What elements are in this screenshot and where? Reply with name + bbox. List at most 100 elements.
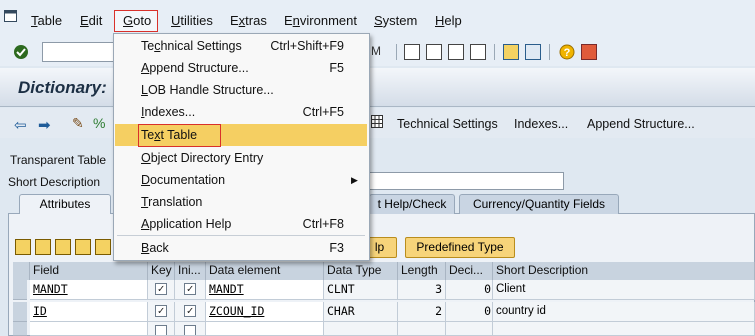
short-description-cell: [493, 322, 755, 336]
key-checkbox[interactable]: ✓: [155, 305, 167, 317]
next-page-icon[interactable]: [448, 44, 464, 60]
short-description-cell: Client: [493, 280, 755, 300]
display-change-icon[interactable]: ✎: [72, 115, 84, 132]
key-cell: [148, 322, 175, 336]
short-description-cell: country id: [493, 302, 755, 322]
submenu-arrow-icon: ▶: [351, 175, 358, 185]
menu-item-text-table[interactable]: Text Table: [141, 128, 197, 142]
short-description-label: Short Description: [8, 175, 101, 189]
column-header-field[interactable]: Field: [30, 262, 148, 280]
initial-cell: ✓: [175, 280, 206, 300]
first-page-icon[interactable]: [404, 44, 420, 60]
menu-item-translation[interactable]: Translation: [141, 195, 202, 209]
paste-icon[interactable]: [55, 239, 71, 255]
copy-icon[interactable]: [35, 239, 51, 255]
data-type-cell: [324, 322, 398, 336]
data-type-cell: CLNT: [324, 280, 398, 300]
data-element-cell[interactable]: MANDT: [206, 280, 324, 300]
column-header-data-type[interactable]: Data Type: [324, 262, 398, 280]
help-icon[interactable]: ?: [559, 44, 575, 60]
technical-settings-icon[interactable]: [371, 115, 383, 128]
transparent-table-label: Transparent Table: [10, 153, 107, 167]
menu-separator: [117, 235, 365, 236]
column-header-length[interactable]: Length: [398, 262, 446, 280]
data-element-cell[interactable]: ZCOUN_ID: [206, 302, 324, 322]
field-name-cell[interactable]: ID: [30, 302, 148, 322]
activate-icon[interactable]: %: [93, 115, 105, 131]
shortcut-back: F3: [329, 241, 344, 255]
cut-icon[interactable]: [15, 239, 31, 255]
toolbar-separator: [494, 44, 495, 60]
new-session-icon[interactable]: [503, 44, 519, 60]
shortcut-technical-settings: Ctrl+Shift+F9: [270, 39, 344, 53]
row-selector[interactable]: [13, 322, 27, 336]
tab-entry-help-check[interactable]: t Help/Check: [369, 194, 455, 214]
initial-cell: [175, 322, 206, 336]
column-header-initial[interactable]: Ini...: [175, 262, 206, 280]
shortcut-indexes: Ctrl+F5: [302, 105, 344, 119]
enter-check-icon[interactable]: [13, 44, 29, 60]
tab-currency-quantity-fields[interactable]: Currency/Quantity Fields: [459, 194, 619, 214]
key-cell: ✓: [148, 302, 175, 322]
field-name-cell[interactable]: MANDT: [30, 280, 148, 300]
data-type-cell: CHAR: [324, 302, 398, 322]
key-checkbox[interactable]: [155, 325, 167, 335]
shortcut-icon[interactable]: [525, 44, 541, 60]
initial-cell: ✓: [175, 302, 206, 322]
find-icon[interactable]: M: [371, 44, 381, 58]
last-page-icon[interactable]: [470, 44, 486, 60]
menu-goto[interactable]: Goto: [123, 13, 151, 28]
menu-item-documentation[interactable]: Documentation: [141, 173, 225, 187]
menu-extras[interactable]: Extras: [230, 13, 267, 28]
table-corner: [13, 262, 30, 280]
window-menu-icon[interactable]: [4, 10, 17, 22]
length-cell: 2: [398, 302, 446, 322]
menu-edit[interactable]: Edit: [80, 13, 102, 28]
decimals-cell: 0: [446, 302, 493, 322]
menu-item-append-structure[interactable]: Append Structure...: [141, 61, 249, 75]
back-arrow-icon[interactable]: ⇦: [14, 116, 27, 134]
column-header-short-description[interactable]: Short Description: [493, 262, 755, 280]
decimals-cell: 0: [446, 280, 493, 300]
short-description-field[interactable]: [368, 172, 564, 190]
insert-row-icon[interactable]: [75, 239, 91, 255]
menu-help[interactable]: Help: [435, 13, 462, 28]
customize-layout-icon[interactable]: [581, 44, 597, 60]
forward-arrow-icon[interactable]: ➡: [38, 116, 51, 134]
menu-item-lob-handle-structure[interactable]: LOB Handle Structure...: [141, 83, 274, 97]
toolbar-separator: [396, 44, 397, 60]
field-name-cell[interactable]: [30, 322, 148, 336]
menu-item-object-directory-entry[interactable]: Object Directory Entry: [141, 151, 263, 165]
shortcut-append-structure: F5: [329, 61, 344, 75]
menu-system[interactable]: System: [374, 13, 417, 28]
menu-environment[interactable]: Environment: [284, 13, 357, 28]
row-selector[interactable]: [13, 280, 27, 300]
append-structure-button[interactable]: Append Structure...: [587, 117, 695, 131]
command-field[interactable]: [42, 42, 118, 62]
column-header-data-element[interactable]: Data element: [206, 262, 324, 280]
column-header-key[interactable]: Key: [148, 262, 175, 280]
delete-row-icon[interactable]: [95, 239, 111, 255]
initial-checkbox[interactable]: ✓: [184, 283, 196, 295]
column-header-decimals[interactable]: Deci...: [446, 262, 493, 280]
tab-attributes[interactable]: Attributes: [19, 194, 111, 214]
initial-checkbox[interactable]: [184, 325, 196, 335]
data-element-cell[interactable]: [206, 322, 324, 336]
technical-settings-button[interactable]: Technical Settings: [397, 117, 498, 131]
menu-item-back[interactable]: Back: [141, 241, 169, 255]
menu-item-technical-settings[interactable]: Technical Settings: [141, 39, 242, 53]
menu-utilities[interactable]: Utilities: [171, 13, 213, 28]
page-title: Dictionary:: [18, 78, 107, 97]
length-cell: 3: [398, 280, 446, 300]
previous-page-icon[interactable]: [426, 44, 442, 60]
predefined-type-button[interactable]: Predefined Type: [405, 237, 515, 258]
indexes-button[interactable]: Indexes...: [514, 117, 568, 131]
initial-checkbox[interactable]: ✓: [184, 305, 196, 317]
key-checkbox[interactable]: ✓: [155, 283, 167, 295]
menu-item-indexes[interactable]: Indexes...: [141, 105, 195, 119]
key-cell: ✓: [148, 280, 175, 300]
length-cell: [398, 322, 446, 336]
menu-table[interactable]: Table: [31, 13, 62, 28]
menu-item-application-help[interactable]: Application Help: [141, 217, 231, 231]
row-selector[interactable]: [13, 302, 27, 322]
